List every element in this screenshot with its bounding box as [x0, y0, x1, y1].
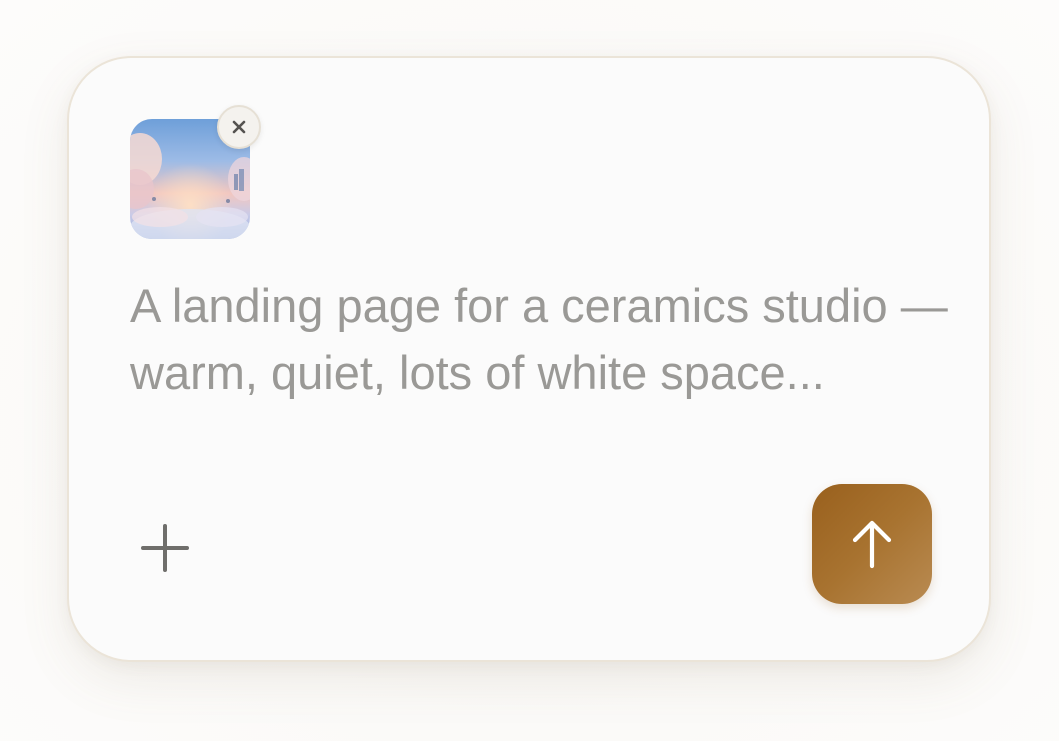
- prompt-composer: A landing page for a ceramics studio — w…: [67, 56, 991, 662]
- prompt-input[interactable]: A landing page for a ceramics studio — w…: [130, 272, 950, 406]
- page-background: A landing page for a ceramics studio — w…: [0, 0, 1059, 741]
- add-attachment-button[interactable]: [133, 516, 197, 580]
- plus-icon: [141, 524, 189, 572]
- image-attachment[interactable]: [130, 105, 261, 239]
- arrow-up-icon: [852, 520, 892, 569]
- send-button[interactable]: [812, 484, 932, 604]
- close-icon: [232, 120, 246, 134]
- remove-attachment-button[interactable]: [217, 105, 261, 149]
